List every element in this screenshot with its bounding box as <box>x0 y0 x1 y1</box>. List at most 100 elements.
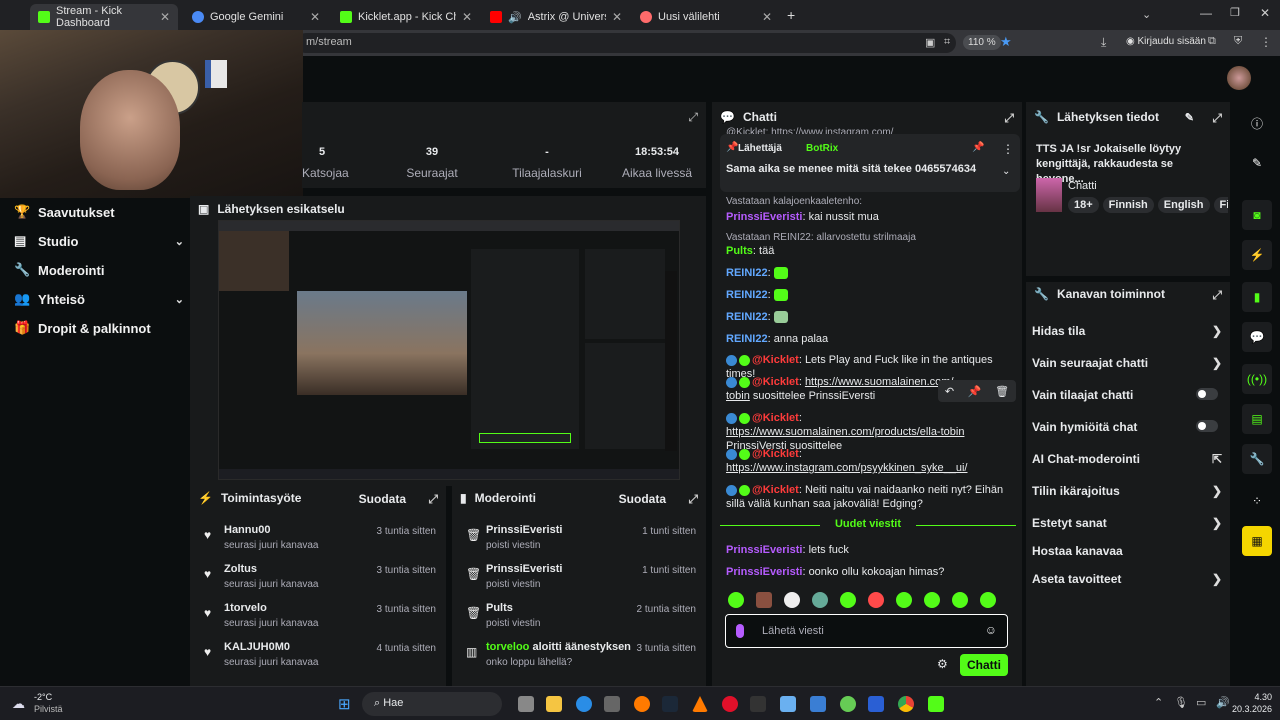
vlc-icon[interactable] <box>692 696 708 712</box>
task-view-icon[interactable] <box>518 696 534 712</box>
edit-pencil-icon[interactable]: ✎ <box>1185 111 1194 124</box>
emote-icon[interactable] <box>896 592 912 608</box>
action-host-channel[interactable]: Hostaa kanavaa <box>1032 544 1222 558</box>
tag[interactable]: Fi <box>1213 197 1228 213</box>
pin-icon[interactable]: 📌 <box>968 385 982 398</box>
screen-icon[interactable]: ▣ <box>925 36 935 49</box>
extension-icon[interactable]: ⧉ <box>1208 35 1216 48</box>
bolt-icon[interactable]: ⚡ <box>1242 240 1272 270</box>
action-blocked-words[interactable]: Estetyt sanat ❯ <box>1032 516 1222 530</box>
clock-time[interactable]: 4.30 <box>1222 692 1272 702</box>
tag[interactable]: 18+ <box>1068 197 1099 213</box>
subscribers-only-toggle[interactable] <box>1196 388 1218 403</box>
shield-icon[interactable]: ⛨ <box>1234 35 1242 48</box>
download-icon[interactable]: ⤓ <box>1101 35 1106 50</box>
reply-icon[interactable]: ↶ <box>945 385 954 398</box>
user-name[interactable]: Zoltus <box>224 563 257 575</box>
emoji-icon[interactable]: ☺ <box>985 623 997 637</box>
tab-new[interactable]: Uusi välilehti ✕ <box>632 4 780 30</box>
action-age-restriction[interactable]: Tilin ikärajoitus ❯ <box>1032 484 1222 498</box>
chat-input[interactable]: Lähetä viesti ☺ <box>725 614 1008 648</box>
taskbar-search[interactable]: ⌕ Hae <box>362 692 502 716</box>
emote-icon[interactable] <box>756 592 772 608</box>
tag[interactable]: English <box>1157 197 1210 213</box>
stream-preview-image[interactable] <box>218 220 680 480</box>
apps-icon[interactable]: ⁘ <box>1242 486 1272 516</box>
action-set-goals[interactable]: Aseta tavoitteet ❯ <box>1032 572 1222 586</box>
chat-username[interactable]: @Kicklet <box>752 448 799 460</box>
chat-username[interactable]: REINI22 <box>726 267 768 279</box>
notes-icon[interactable] <box>928 696 944 712</box>
chevron-down-icon[interactable]: ⌄ <box>1002 166 1010 177</box>
tab-gemini[interactable]: Google Gemini ✕ <box>184 4 328 30</box>
emote-icon[interactable] <box>924 592 940 608</box>
more-options-icon[interactable]: ⋮ <box>1002 142 1014 156</box>
user-name[interactable]: 1torvelo <box>224 602 267 614</box>
chat-username[interactable]: REINI22 <box>726 333 768 345</box>
emote-icon[interactable] <box>980 592 996 608</box>
chat-username[interactable]: PrinssiEveristi <box>726 566 802 578</box>
app-icon[interactable] <box>840 696 856 712</box>
new-messages-divider[interactable]: Uudet viestit <box>720 518 1016 532</box>
opera-icon[interactable] <box>722 696 738 712</box>
chevron-up-icon[interactable]: ⌃ <box>1154 696 1163 709</box>
user-name[interactable]: torveloo aloitti äänestyksen <box>486 641 631 653</box>
chat-username[interactable]: @Kicklet <box>752 412 799 424</box>
chat-username[interactable]: @Kicklet <box>752 484 799 496</box>
user-name[interactable]: PrinssiEveristi <box>486 563 562 575</box>
chat-username[interactable]: REINI22 <box>726 289 768 301</box>
new-tab-plus-icon[interactable]: + <box>787 7 795 23</box>
chrome-icon[interactable] <box>898 696 914 712</box>
document-icon[interactable]: ▮ <box>1242 282 1272 312</box>
window-close-icon[interactable]: ✕ <box>1260 6 1270 20</box>
tab-youtube[interactable]: 🔊 Astrix @ Universo Paralello ✕ <box>482 4 630 30</box>
close-icon[interactable]: ✕ <box>462 10 472 24</box>
arc-icon[interactable] <box>868 696 884 712</box>
emotes-only-toggle[interactable] <box>1196 420 1218 435</box>
chat-link[interactable]: https://www.suomalainen.com/ <box>805 376 954 388</box>
terminal-icon[interactable] <box>750 696 766 712</box>
bookmark-star-icon[interactable]: ★ <box>1000 34 1012 50</box>
filter-button[interactable]: Suodata <box>619 492 666 506</box>
sidebar-item-studio[interactable]: ▤ Studio ⌄ <box>14 233 184 249</box>
pinned-by-user[interactable]: BotRix <box>806 143 838 154</box>
expand-icon[interactable]: ⤢ <box>1212 111 1222 126</box>
window-icon[interactable] <box>810 696 826 712</box>
filter-button[interactable]: Suodata <box>359 492 406 506</box>
close-icon[interactable]: ✕ <box>612 10 622 24</box>
file-explorer-icon[interactable] <box>546 696 562 712</box>
chat-link[interactable]: https://www.suomalainen.com/products/ell… <box>726 426 964 438</box>
tab-search-chevron-icon[interactable]: ⌄ <box>1142 8 1151 21</box>
translate-icon[interactable]: ⌗ <box>944 36 950 49</box>
chat-link[interactable]: tobin <box>726 390 750 402</box>
avatar[interactable] <box>1227 66 1251 90</box>
menu-dots-icon[interactable]: ⋮ <box>1260 35 1272 49</box>
gift-icon[interactable]: ▦ <box>1242 526 1272 556</box>
steam-icon[interactable] <box>662 696 678 712</box>
user-name[interactable]: Pults <box>486 602 513 614</box>
expand-icon[interactable]: ⤢ <box>1212 288 1222 303</box>
broadcast-icon[interactable]: ((•)) <box>1242 364 1272 394</box>
action-followers-only[interactable]: Vain seuraajat chatti ❯ <box>1032 356 1222 370</box>
wrench-icon[interactable]: 🔧 <box>1242 444 1272 474</box>
firefox-icon[interactable] <box>634 696 650 712</box>
sidebar-item-drops[interactable]: 🎁 Dropit & palkinnot <box>14 320 151 336</box>
paint-icon[interactable] <box>780 696 796 712</box>
expand-icon[interactable]: ⤢ <box>688 492 698 507</box>
windows-start-icon[interactable]: ⊞ <box>338 695 351 713</box>
chat-link[interactable]: https://www.instagram.com/psyykkinen_syk… <box>726 462 968 474</box>
sign-in-button[interactable]: ◉ Kirjaudu sisään <box>1126 36 1206 47</box>
sidebar-item-moderation[interactable]: 🔧 Moderointi <box>14 262 104 278</box>
chat-username[interactable]: @Kicklet <box>752 376 799 388</box>
sidebar-item-community[interactable]: 👥 Yhteisö ⌄ <box>14 291 184 307</box>
emote-icon[interactable] <box>728 592 744 608</box>
close-icon[interactable]: ✕ <box>762 10 772 24</box>
zoom-level[interactable]: 110 % <box>963 35 1001 50</box>
chat-username[interactable]: @Kicklet <box>752 354 799 366</box>
user-name[interactable]: KALJUH0M0 <box>224 641 290 653</box>
edit-pencil-icon[interactable]: ✎ <box>1242 148 1272 178</box>
microphone-icon[interactable]: 🎙 <box>1174 696 1188 709</box>
clock-date[interactable]: 20.3.2026 <box>1222 704 1272 714</box>
tag[interactable]: Finnish <box>1102 197 1154 213</box>
emote-icon[interactable] <box>812 592 828 608</box>
